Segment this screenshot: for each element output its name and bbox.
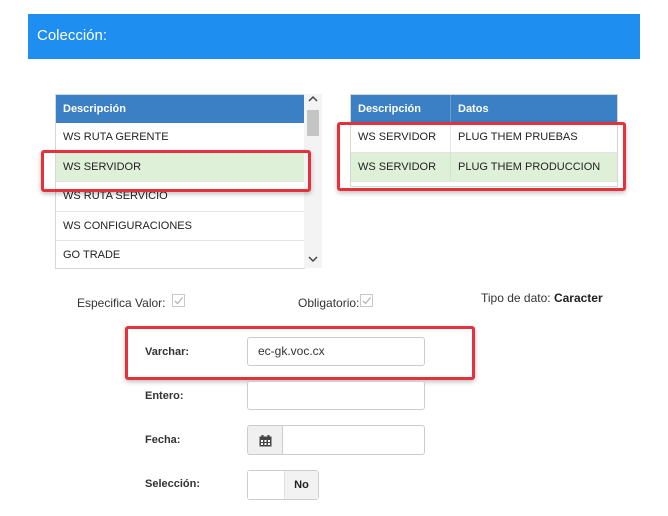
fecha-label: Fecha: [145, 434, 181, 446]
list-item-selected[interactable]: WS SERVIDOR [56, 152, 304, 183]
scroll-thumb[interactable] [307, 110, 319, 136]
obligatorio-checkbox[interactable] [360, 294, 373, 307]
list-item[interactable]: WS RUTA SERVICIO [56, 182, 304, 212]
values-table-header: Descripción Datos [351, 95, 617, 123]
calendar-button[interactable] [247, 425, 283, 455]
cell-descripcion: WS SERVIDOR [351, 152, 451, 182]
collection-list-table: Descripción WS RUTA GERENTE WS SERVIDOR … [55, 94, 305, 269]
entero-input[interactable] [247, 381, 425, 410]
toggle-handle[interactable] [248, 471, 285, 499]
calendar-icon [259, 435, 272, 447]
seleccion-label: Selección: [145, 478, 201, 490]
scroll-down-icon[interactable] [304, 254, 322, 268]
column-header-descripcion[interactable]: Descripción [351, 95, 451, 123]
cell-datos: PLUG THEM PRUEBAS [458, 131, 578, 143]
varchar-label: Varchar: [145, 346, 190, 358]
list-item-label: GO TRADE [63, 249, 121, 262]
list-item[interactable]: WS RUTA GERENTE [56, 123, 304, 153]
collection-list-header: Descripción [56, 95, 304, 123]
especifica-valor-label: Especifica Valor: [77, 296, 166, 310]
toggle-state-label: No [285, 471, 318, 499]
cell-datos: PLUG THEM PRODUCCION [458, 160, 601, 173]
list-item-label: WS RUTA SERVICIO [63, 190, 168, 203]
list-item-label: WS SERVIDOR [63, 160, 142, 173]
seleccion-toggle[interactable]: No [247, 470, 319, 500]
check-icon [174, 297, 183, 305]
check-icon [362, 297, 371, 305]
entero-label: Entero: [145, 390, 184, 402]
column-header-datos[interactable]: Datos [451, 95, 617, 123]
collection-title: Colección: [37, 27, 108, 44]
table-row[interactable]: WS SERVIDOR PLUG THEM PRUEBAS [351, 123, 617, 153]
table-row-selected[interactable]: WS SERVIDOR PLUG THEM PRODUCCION [351, 152, 617, 183]
tipo-de-dato: Tipo de dato: Caracter [481, 291, 603, 305]
fecha-input[interactable] [282, 425, 425, 455]
list-item-label: WS CONFIGURACIONES [63, 219, 192, 232]
values-table: Descripción Datos WS SERVIDOR PLUG THEM … [350, 94, 618, 187]
list-scrollbar[interactable] [304, 94, 322, 268]
tipo-de-dato-value: Caracter [553, 291, 603, 305]
especifica-valor-checkbox[interactable] [172, 294, 185, 307]
scroll-up-icon[interactable] [304, 94, 322, 108]
list-item-label: WS RUTA GERENTE [63, 131, 169, 143]
obligatorio-label: Obligatorio: [298, 296, 360, 310]
cell-descripcion: WS SERVIDOR [351, 123, 451, 152]
list-item[interactable]: WS CONFIGURACIONES [56, 212, 304, 242]
list-item[interactable]: GO TRADE [56, 241, 304, 268]
varchar-input[interactable]: ec-gk.voc.cx [247, 337, 425, 366]
column-header-descripcion[interactable]: Descripción [56, 95, 304, 123]
collection-header: Colección: [28, 14, 640, 59]
tipo-de-dato-label: Tipo de dato: [481, 291, 551, 305]
